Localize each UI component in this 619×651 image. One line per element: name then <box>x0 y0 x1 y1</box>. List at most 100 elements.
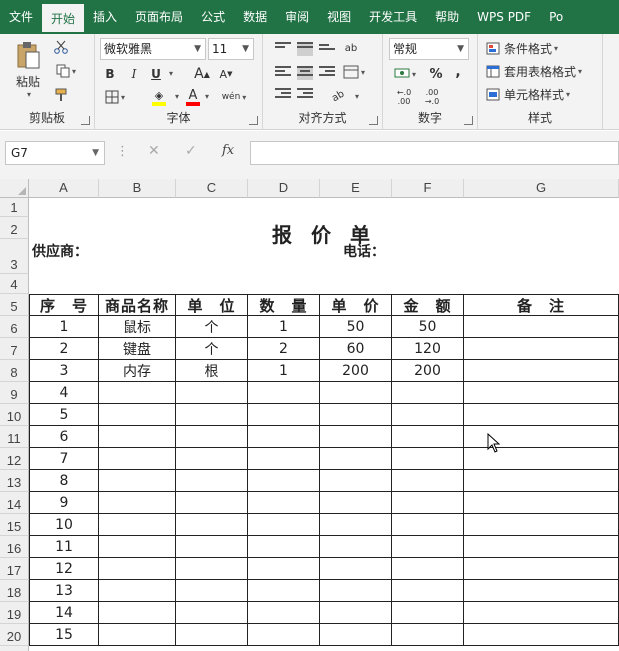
table-cell[interactable]: 12 <box>29 558 99 580</box>
table-cell[interactable] <box>99 426 176 448</box>
table-cell[interactable] <box>320 426 392 448</box>
column-header[interactable]: B <box>99 179 176 198</box>
column-header[interactable]: C <box>176 179 248 198</box>
table-cell[interactable]: 120 <box>392 338 464 360</box>
table-cell[interactable] <box>99 624 176 646</box>
select-all-button[interactable] <box>0 179 29 198</box>
font-size-dropdown[interactable]: 11 ▼ <box>208 38 254 60</box>
table-cell[interactable] <box>248 470 320 492</box>
table-cell[interactable] <box>248 624 320 646</box>
table-cell[interactable] <box>248 404 320 426</box>
table-cell[interactable] <box>99 580 176 602</box>
underline-dropdown-icon[interactable]: ▾ <box>169 69 173 78</box>
row-header[interactable]: 3 <box>0 239 29 274</box>
decrease-decimal-button[interactable]: .00 →.0 <box>419 86 445 108</box>
number-launcher-icon[interactable] <box>464 116 473 125</box>
row-header[interactable]: 18 <box>0 580 29 602</box>
orientation-dropdown-icon[interactable]: ▾ <box>355 92 359 101</box>
empty-row[interactable] <box>29 646 619 651</box>
row-header[interactable]: 16 <box>0 536 29 558</box>
table-cell[interactable] <box>392 426 464 448</box>
table-cell[interactable] <box>176 558 248 580</box>
row-header[interactable]: 10 <box>0 404 29 426</box>
phonetic-button[interactable]: wén ▾ <box>221 86 247 108</box>
cut-icon[interactable] <box>52 38 70 56</box>
table-header-cell[interactable]: 金 额 <box>392 294 464 316</box>
table-cell[interactable] <box>464 602 619 624</box>
cancel-icon[interactable]: ✕ <box>148 143 160 159</box>
row-header[interactable]: 13 <box>0 470 29 492</box>
align-bottom-icon[interactable] <box>319 44 335 58</box>
font-color-button[interactable]: A <box>183 86 203 108</box>
table-cell[interactable] <box>176 470 248 492</box>
table-cell[interactable] <box>176 536 248 558</box>
ribbon-tab[interactable]: 文件 <box>0 0 42 34</box>
table-cell[interactable] <box>99 448 176 470</box>
copy-icon[interactable]: ▾ <box>52 62 80 80</box>
ribbon-tab[interactable]: 数据 <box>234 0 276 34</box>
row-header[interactable]: 19 <box>0 602 29 624</box>
bold-button[interactable]: B <box>101 64 119 84</box>
table-cell[interactable]: 根 <box>176 360 248 382</box>
table-cell[interactable] <box>464 382 619 404</box>
table-cell[interactable]: 2 <box>29 338 99 360</box>
table-cell[interactable]: 11 <box>29 536 99 558</box>
table-cell[interactable] <box>392 536 464 558</box>
row-header[interactable]: 15 <box>0 514 29 536</box>
column-header[interactable]: G <box>464 179 619 198</box>
table-cell[interactable] <box>320 624 392 646</box>
table-cell[interactable]: 13 <box>29 580 99 602</box>
table-cell[interactable] <box>320 558 392 580</box>
align-middle-icon[interactable] <box>297 42 313 56</box>
align-right-icon[interactable] <box>319 66 335 80</box>
ribbon-tab[interactable]: 开发工具 <box>360 0 426 34</box>
table-cell[interactable]: 1 <box>248 316 320 338</box>
table-cell[interactable] <box>464 338 619 360</box>
table-cell[interactable]: 1 <box>248 360 320 382</box>
table-cell[interactable] <box>320 448 392 470</box>
row-header[interactable]: 20 <box>0 624 29 646</box>
column-header[interactable]: F <box>392 179 464 198</box>
table-cell[interactable]: 7 <box>29 448 99 470</box>
grow-font-button[interactable]: A ▲ <box>193 64 211 84</box>
table-cell[interactable]: 个 <box>176 316 248 338</box>
table-cell[interactable]: 键盘 <box>99 338 176 360</box>
table-cell[interactable]: 15 <box>29 624 99 646</box>
row-header[interactable]: 6 <box>0 316 29 338</box>
table-cell[interactable] <box>320 492 392 514</box>
table-cell[interactable]: 1 <box>29 316 99 338</box>
ribbon-tab[interactable]: 帮助 <box>426 0 468 34</box>
table-cell[interactable] <box>99 514 176 536</box>
format-painter-icon[interactable] <box>52 86 70 104</box>
table-cell[interactable] <box>464 536 619 558</box>
paste-dropdown-icon[interactable]: ▾ <box>27 90 31 99</box>
underline-button[interactable]: U <box>147 64 165 84</box>
fill-color-dropdown-icon[interactable]: ▾ <box>175 92 179 101</box>
table-cell[interactable]: 鼠标 <box>99 316 176 338</box>
table-cell[interactable] <box>248 558 320 580</box>
shrink-font-button[interactable]: A ▼ <box>217 64 235 84</box>
table-header-cell[interactable]: 备 注 <box>464 294 619 316</box>
table-cell[interactable] <box>99 382 176 404</box>
table-cell[interactable] <box>392 404 464 426</box>
table-cell[interactable] <box>248 426 320 448</box>
formula-input[interactable] <box>250 141 619 165</box>
table-cell[interactable] <box>392 470 464 492</box>
table-cell[interactable] <box>248 602 320 624</box>
table-cell[interactable] <box>392 558 464 580</box>
table-cell[interactable] <box>176 602 248 624</box>
table-cell[interactable]: 50 <box>320 316 392 338</box>
more-options-icon[interactable]: ⋮ <box>116 144 129 159</box>
table-cell[interactable] <box>320 470 392 492</box>
table-cell[interactable] <box>320 580 392 602</box>
table-cell[interactable] <box>99 404 176 426</box>
align-center-icon[interactable] <box>297 66 313 80</box>
table-cell[interactable] <box>99 602 176 624</box>
table-cell[interactable] <box>176 514 248 536</box>
table-cell[interactable]: 5 <box>29 404 99 426</box>
table-header-cell[interactable]: 商品名称 <box>99 294 176 316</box>
column-header[interactable]: A <box>29 179 99 198</box>
font-name-dropdown[interactable]: 微软雅黑 ▼ <box>100 38 206 60</box>
table-cell[interactable] <box>176 580 248 602</box>
ribbon-tab[interactable]: 页面布局 <box>126 0 192 34</box>
